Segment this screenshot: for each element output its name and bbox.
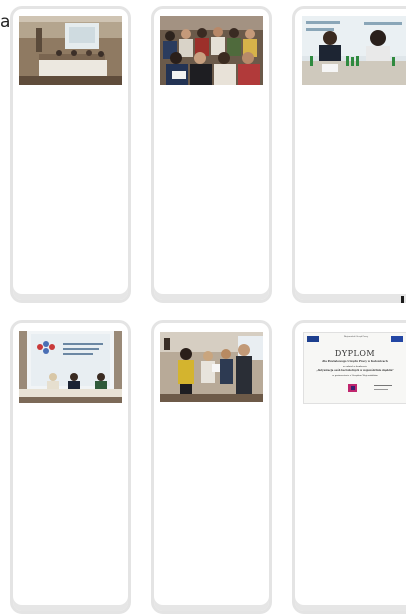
speakers-photo — [302, 16, 406, 85]
diploma-badge-accent-icon — [351, 386, 355, 390]
gallery-thumbnail-2[interactable] — [160, 16, 263, 85]
gallery-card-5 — [151, 320, 272, 614]
diploma-eu-logo-icon — [307, 336, 319, 342]
gallery-thumbnail-4[interactable] — [19, 331, 122, 403]
diploma-document: Wojewódzki Urząd Pracy DYPLOM dla Powiat… — [304, 333, 406, 403]
award-photo — [160, 332, 263, 402]
gallery-card-6: Wojewódzki Urząd Pracy DYPLOM dla Powiat… — [292, 320, 406, 614]
diploma-eu-flag-icon — [391, 336, 403, 342]
diploma-header: Wojewódzki Urząd Pracy — [343, 336, 369, 338]
cropped-text: a — [0, 12, 11, 32]
scrollbar-fragment — [401, 296, 404, 303]
audience-photo — [160, 16, 263, 85]
gallery-thumbnail-5[interactable] — [160, 332, 263, 402]
gallery-thumbnail-6[interactable]: Wojewódzki Urząd Pracy DYPLOM dla Powiat… — [303, 332, 406, 404]
gallery-card-4 — [10, 320, 131, 614]
diploma-signature — [374, 385, 392, 386]
gallery-card-3 — [292, 6, 406, 303]
diploma-line-3: w partnerstwie z Urzędem Wojewódzkim — [332, 374, 378, 377]
gallery-card-1 — [10, 6, 131, 303]
conference-hall-photo — [19, 16, 122, 85]
gallery-card-2 — [151, 6, 272, 303]
panel-photo — [19, 331, 122, 403]
diploma-signature-2 — [374, 389, 388, 390]
diploma-line-2: „Aktywizacja osób bezrobotnych w wojewód… — [316, 369, 394, 372]
gallery-thumbnail-3[interactable] — [302, 16, 406, 85]
diploma-recipient: dla Powiatowego Urzędu Pracy w Katowicac… — [322, 360, 388, 363]
diploma-title: DYPLOM — [334, 349, 376, 358]
gallery-thumbnail-1[interactable] — [19, 16, 122, 85]
diploma-line-1: za udział w konkursie — [342, 365, 368, 368]
